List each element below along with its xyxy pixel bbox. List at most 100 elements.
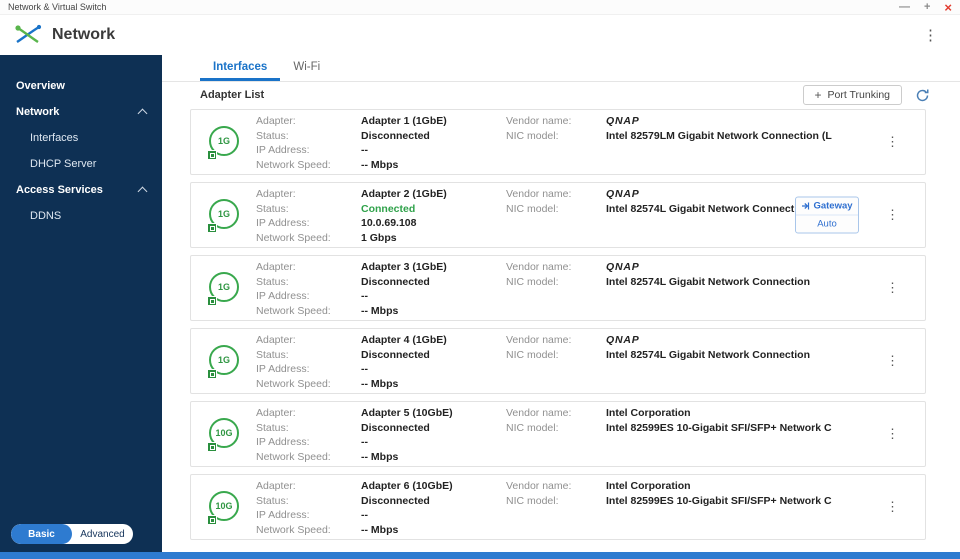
adapter-status-value: Disconnected (361, 348, 430, 361)
ip-field-label: IP Address: (256, 363, 310, 375)
adapter-field-label: Adapter: (256, 407, 296, 419)
ethernet-port-icon (207, 369, 217, 379)
tab-interfaces[interactable]: Interfaces (200, 55, 281, 81)
ip-field-label: IP Address: (256, 509, 310, 521)
vendor-field-label: Vendor name: (506, 261, 572, 273)
sidebar: Overview Network Interfaces DHCP Server … (0, 55, 162, 552)
vendor-name-value: Intel Corporation (606, 407, 691, 419)
chevron-up-icon (137, 186, 148, 197)
nic-model-value: Intel 82574L Gigabit Network Connection (606, 348, 811, 361)
sidebar-item-dhcp-server[interactable]: DHCP Server (0, 151, 162, 177)
sidebar-item-interfaces[interactable]: Interfaces (0, 125, 162, 151)
speed-field-label: Network Speed: (256, 450, 331, 463)
nic-field-label: NIC model: (506, 202, 559, 215)
gateway-button[interactable]: Gateway Auto (795, 196, 859, 234)
vendor-field-label: Vendor name: (506, 480, 572, 492)
sidebar-item-label: DHCP Server (30, 158, 97, 170)
plus-icon: + (814, 88, 822, 102)
refresh-button[interactable] (915, 88, 930, 103)
status-field-label: Status: (256, 129, 289, 142)
adapter-field-label: Adapter: (256, 188, 296, 200)
adapter-list-title: Adapter List (200, 89, 265, 101)
adapter-card: 1G Adapter: Status: IP Address: Network … (190, 255, 926, 321)
speed-field-label: Network Speed: (256, 377, 331, 390)
adapter-card: 1G Adapter: Status: IP Address: Network … (190, 328, 926, 394)
adapter-status-value: Connected (361, 202, 416, 215)
adapter-menu-button[interactable]: ⋮ (882, 130, 903, 154)
adapter-menu-button[interactable]: ⋮ (882, 349, 903, 373)
mode-toggle[interactable]: Basic Advanced (11, 524, 133, 544)
adapter-speed-value: -- Mbps (361, 377, 399, 390)
basic-toggle-button[interactable]: Basic (11, 524, 72, 544)
sidebar-item-ddns[interactable]: DDNS (0, 203, 162, 229)
vendor-name-value: Intel Corporation (606, 480, 691, 492)
advanced-toggle-button[interactable]: Advanced (72, 524, 133, 544)
status-field-label: Status: (256, 494, 289, 507)
adapter-fields: Adapter: Status: IP Address: Network Spe… (256, 258, 856, 318)
app-logo-icon (15, 24, 42, 43)
adapter-menu-button[interactable]: ⋮ (882, 422, 903, 446)
adapter-speed-badge-label: 10G (215, 501, 233, 511)
status-field-label: Status: (256, 202, 289, 215)
window-controls: — + × (899, 1, 952, 14)
nic-field-label: NIC model: (506, 421, 559, 434)
minimize-button[interactable]: — (899, 1, 910, 13)
sidebar-group-access-services[interactable]: Access Services (0, 177, 162, 203)
adapter-fields: Adapter: Status: IP Address: Network Spe… (256, 185, 856, 245)
adapter-name-value: Adapter 5 (10GbE) (361, 407, 453, 419)
adapter-ip-value: -- (361, 144, 368, 156)
adapter-name-value: Adapter 6 (10GbE) (361, 480, 453, 492)
adapter-fields: Adapter: Status: IP Address: Network Spe… (256, 112, 856, 172)
ip-field-label: IP Address: (256, 144, 310, 156)
adapter-menu-button[interactable]: ⋮ (882, 276, 903, 300)
ethernet-port-icon (207, 515, 217, 525)
bottom-accent-bar (0, 552, 960, 559)
sidebar-item-label: Network (16, 106, 60, 118)
nic-field-label: NIC model: (506, 275, 559, 288)
page-title: Network (52, 26, 116, 43)
adapter-status-value: Disconnected (361, 129, 430, 142)
adapter-card: 10G Adapter: Status: IP Address: Network… (190, 401, 926, 467)
adapter-ip-value: -- (361, 290, 368, 302)
adapter-menu-button[interactable]: ⋮ (882, 495, 903, 519)
speed-field-label: Network Speed: (256, 158, 331, 171)
nic-field-label: NIC model: (506, 129, 559, 142)
kebab-menu-icon[interactable]: ⋮ (923, 26, 938, 44)
adapter-card: 1G Adapter: Status: IP Address: Network … (190, 109, 926, 175)
status-field-label: Status: (256, 275, 289, 288)
close-button[interactable]: × (944, 1, 952, 14)
window-titlebar: Network & Virtual Switch — + × (0, 0, 960, 15)
tab-wifi[interactable]: Wi-Fi (280, 55, 333, 81)
adapter-card: 1G Adapter: Status: IP Address: Network … (190, 182, 926, 248)
adapter-speed-value: -- Mbps (361, 450, 399, 463)
adapter-speed-value: -- Mbps (361, 158, 399, 171)
adapter-speed-value: -- Mbps (361, 304, 399, 317)
gateway-auto-label: Auto (817, 218, 837, 230)
sidebar-item-label: Interfaces (30, 132, 79, 144)
nic-model-value: Intel 82574L Gigabit Network Connection (606, 275, 811, 288)
chevron-up-icon (137, 108, 148, 119)
sidebar-item-overview[interactable]: Overview (0, 73, 162, 99)
gateway-icon (802, 202, 810, 210)
adapter-menu-button[interactable]: ⋮ (882, 203, 903, 227)
vendor-field-label: Vendor name: (506, 115, 572, 127)
adapter-field-label: Adapter: (256, 334, 296, 346)
vendor-name-value: QNAP (606, 261, 640, 273)
adapter-name-value: Adapter 1 (1GbE) (361, 115, 447, 127)
adapter-field-label: Adapter: (256, 261, 296, 273)
adapter-fields: Adapter: Status: IP Address: Network Spe… (256, 477, 856, 537)
vendor-field-label: Vendor name: (506, 407, 572, 419)
adapter-status-value: Disconnected (361, 494, 430, 507)
sidebar-item-label: DDNS (30, 210, 62, 222)
maximize-button[interactable]: + (924, 1, 930, 13)
sidebar-group-network[interactable]: Network (0, 99, 162, 125)
tab-bar: Interfaces Wi-Fi (162, 55, 960, 82)
port-trunking-button[interactable]: + Port Trunking (802, 85, 902, 105)
adapter-list: 1G Adapter: Status: IP Address: Network … (162, 106, 960, 540)
adapter-speed-badge-label: 1G (217, 355, 230, 365)
ethernet-port-icon (207, 442, 217, 452)
status-field-label: Status: (256, 421, 289, 434)
adapter-speed-badge-icon: 1G (207, 126, 241, 160)
adapter-speed-value: -- Mbps (361, 523, 399, 536)
gateway-label: Gateway (813, 200, 853, 212)
